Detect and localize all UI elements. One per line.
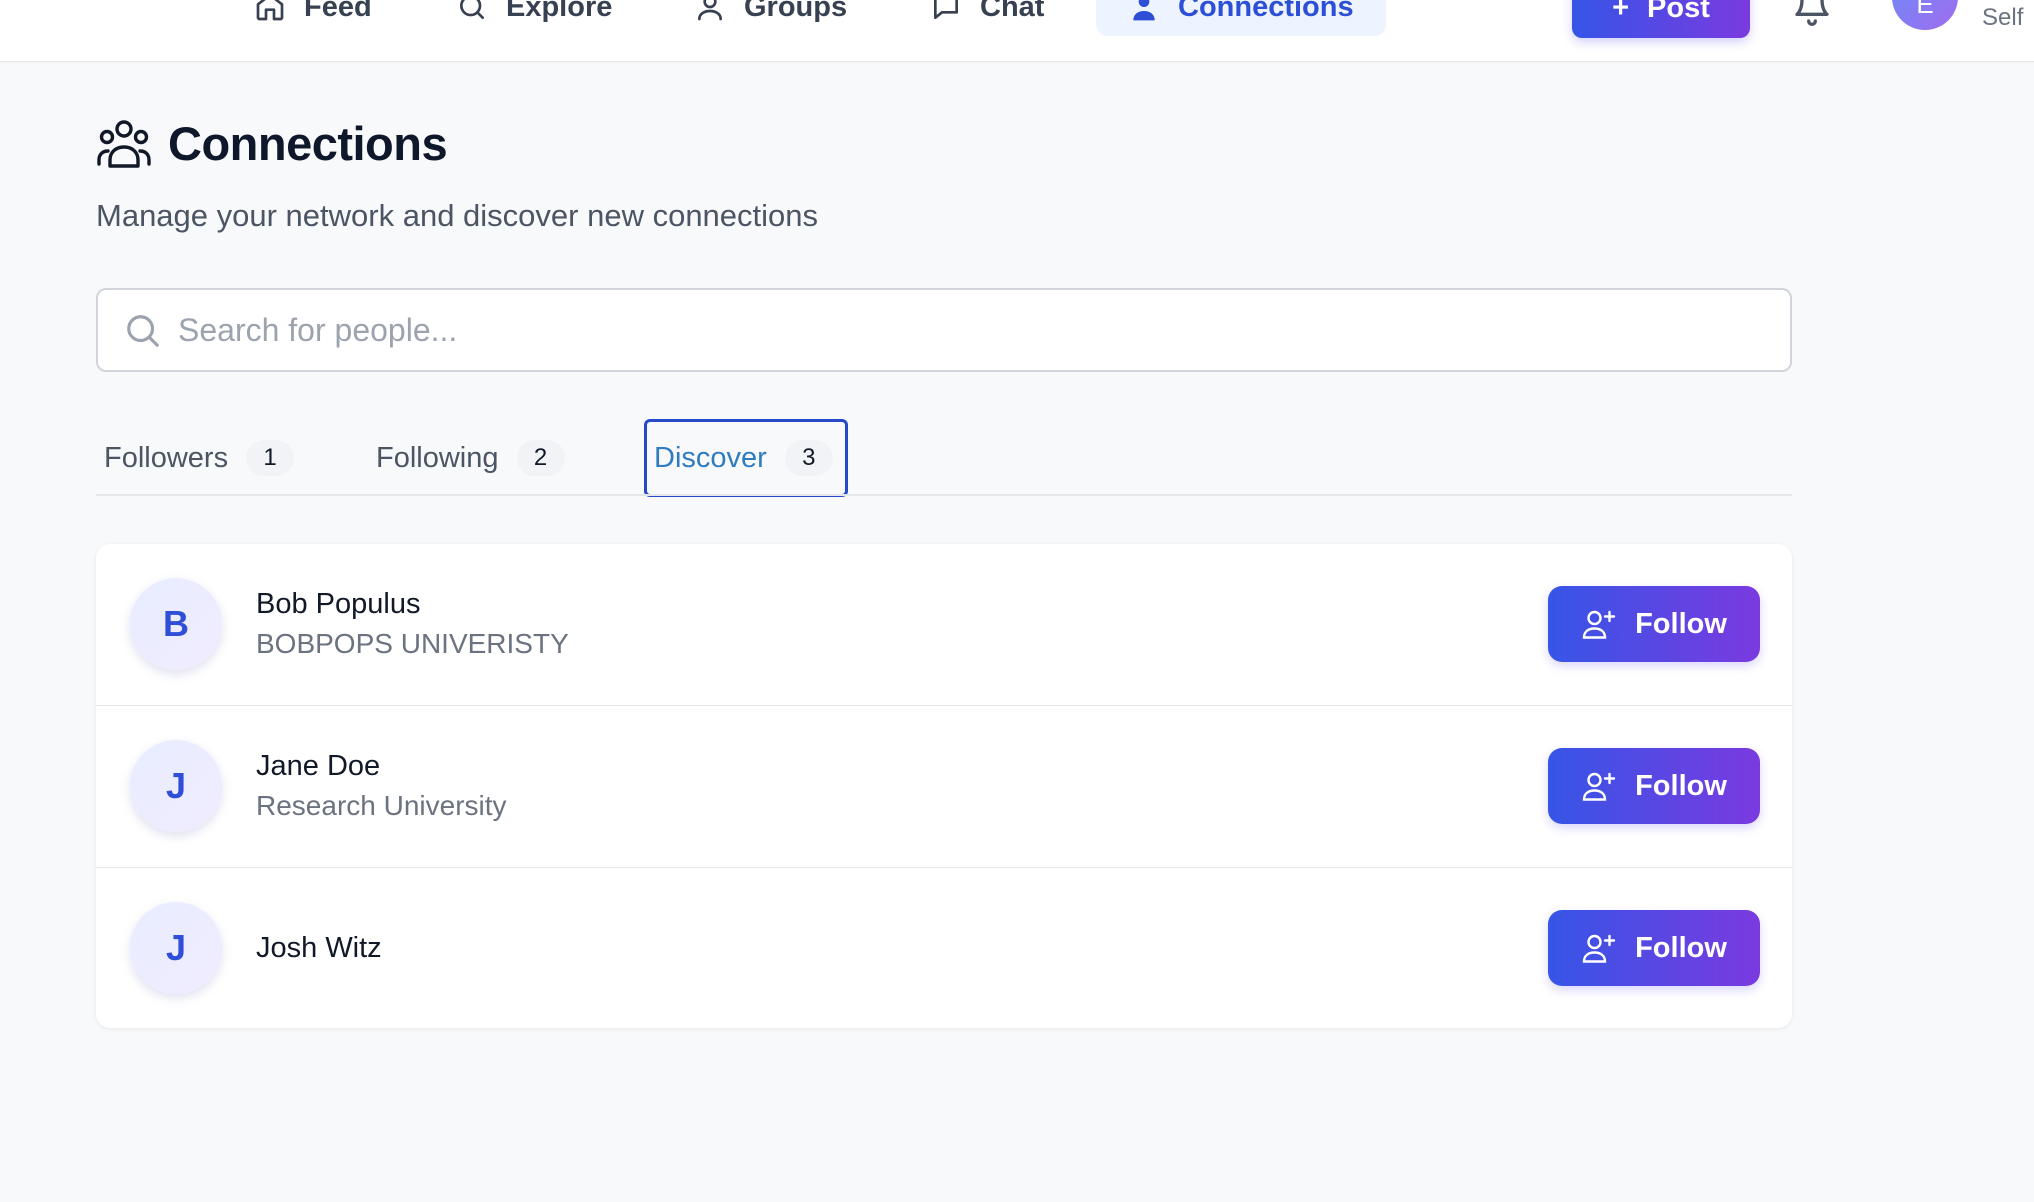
nav-item-label: Groups [744, 0, 848, 23]
tab-followers[interactable]: Followers 1 [94, 420, 304, 496]
tab-following[interactable]: Following 2 [366, 420, 575, 496]
follow-button-label: Follow [1635, 607, 1727, 640]
user-plus-icon [1582, 772, 1616, 801]
list-item: J Jane Doe Research University Follow [96, 706, 1792, 868]
nav-item-label: Connections [1178, 0, 1354, 23]
user-plus-icon [1582, 610, 1616, 639]
nav-item-connections[interactable]: Connections [1096, 0, 1386, 36]
nav-item-label: Feed [304, 0, 372, 23]
connections-icon [1133, 0, 1155, 21]
search-input[interactable] [178, 290, 1768, 370]
follow-button[interactable]: Follow [1548, 910, 1760, 986]
page-subtitle: Manage your network and discover new con… [96, 198, 819, 233]
tab-discover[interactable]: Discover 3 [644, 419, 848, 497]
avatar-initial: J [165, 765, 187, 806]
tab-label: Discover [654, 441, 767, 474]
avatar-initial: B [163, 603, 189, 644]
nav-item-feed[interactable]: Feed [222, 0, 404, 36]
user-name-label: Self [1982, 4, 2024, 31]
user-avatar-initial: E [1916, 0, 1934, 19]
user-avatar[interactable]: E [1892, 0, 1958, 30]
nav-item-groups[interactable]: Groups [662, 0, 879, 36]
top-navigation-bar: Feed Explore Groups Chat Connections + P… [0, 0, 2034, 62]
person-name[interactable]: Jane Doe [256, 750, 380, 783]
nav-item-explore[interactable]: Explore [424, 0, 644, 36]
person-affiliation: BOBPOPS UNIVERISTY [256, 628, 569, 659]
search-icon [127, 315, 159, 347]
post-button[interactable]: + Post [1572, 0, 1750, 38]
follow-button-label: Follow [1635, 931, 1727, 964]
follow-button[interactable]: Follow [1548, 748, 1760, 824]
avatar-initial: J [165, 927, 187, 968]
home-icon [256, 0, 284, 21]
nav-item-chat[interactable]: Chat [898, 0, 1076, 36]
tabs-divider [96, 494, 1792, 496]
chat-icon [934, 0, 958, 19]
tab-label: Following [376, 441, 499, 474]
avatar[interactable]: B [130, 578, 222, 670]
person-affiliation: Research University [256, 790, 507, 821]
avatar[interactable]: J [130, 902, 222, 994]
people-group-icon [97, 120, 151, 168]
page-title: Connections [168, 117, 448, 170]
list-item: B Bob Populus BOBPOPS UNIVERISTY Follow [96, 544, 1792, 706]
user-plus-icon [1582, 934, 1616, 963]
groups-icon [698, 0, 722, 21]
nav-item-label: Chat [980, 0, 1045, 23]
nav-item-label: Explore [506, 0, 613, 23]
post-button-label: Post [1647, 0, 1710, 24]
follow-button[interactable]: Follow [1548, 586, 1760, 662]
people-search-box [96, 288, 1792, 372]
follow-button-label: Follow [1635, 769, 1727, 802]
tab-label: Followers [104, 441, 229, 474]
tab-count-badge: 3 [784, 440, 833, 476]
people-list: B Bob Populus BOBPOPS UNIVERISTY Follow … [96, 544, 1792, 1028]
bell-icon[interactable] [1792, 0, 1832, 26]
tab-count-badge: 2 [516, 440, 565, 476]
list-item: J Josh Witz Follow [96, 868, 1792, 1028]
avatar[interactable]: J [130, 740, 222, 832]
plus-icon: + [1612, 0, 1630, 24]
search-icon [460, 0, 484, 19]
person-name[interactable]: Bob Populus [256, 588, 420, 621]
person-name[interactable]: Josh Witz [256, 932, 382, 965]
tab-count-badge: 1 [246, 440, 295, 476]
